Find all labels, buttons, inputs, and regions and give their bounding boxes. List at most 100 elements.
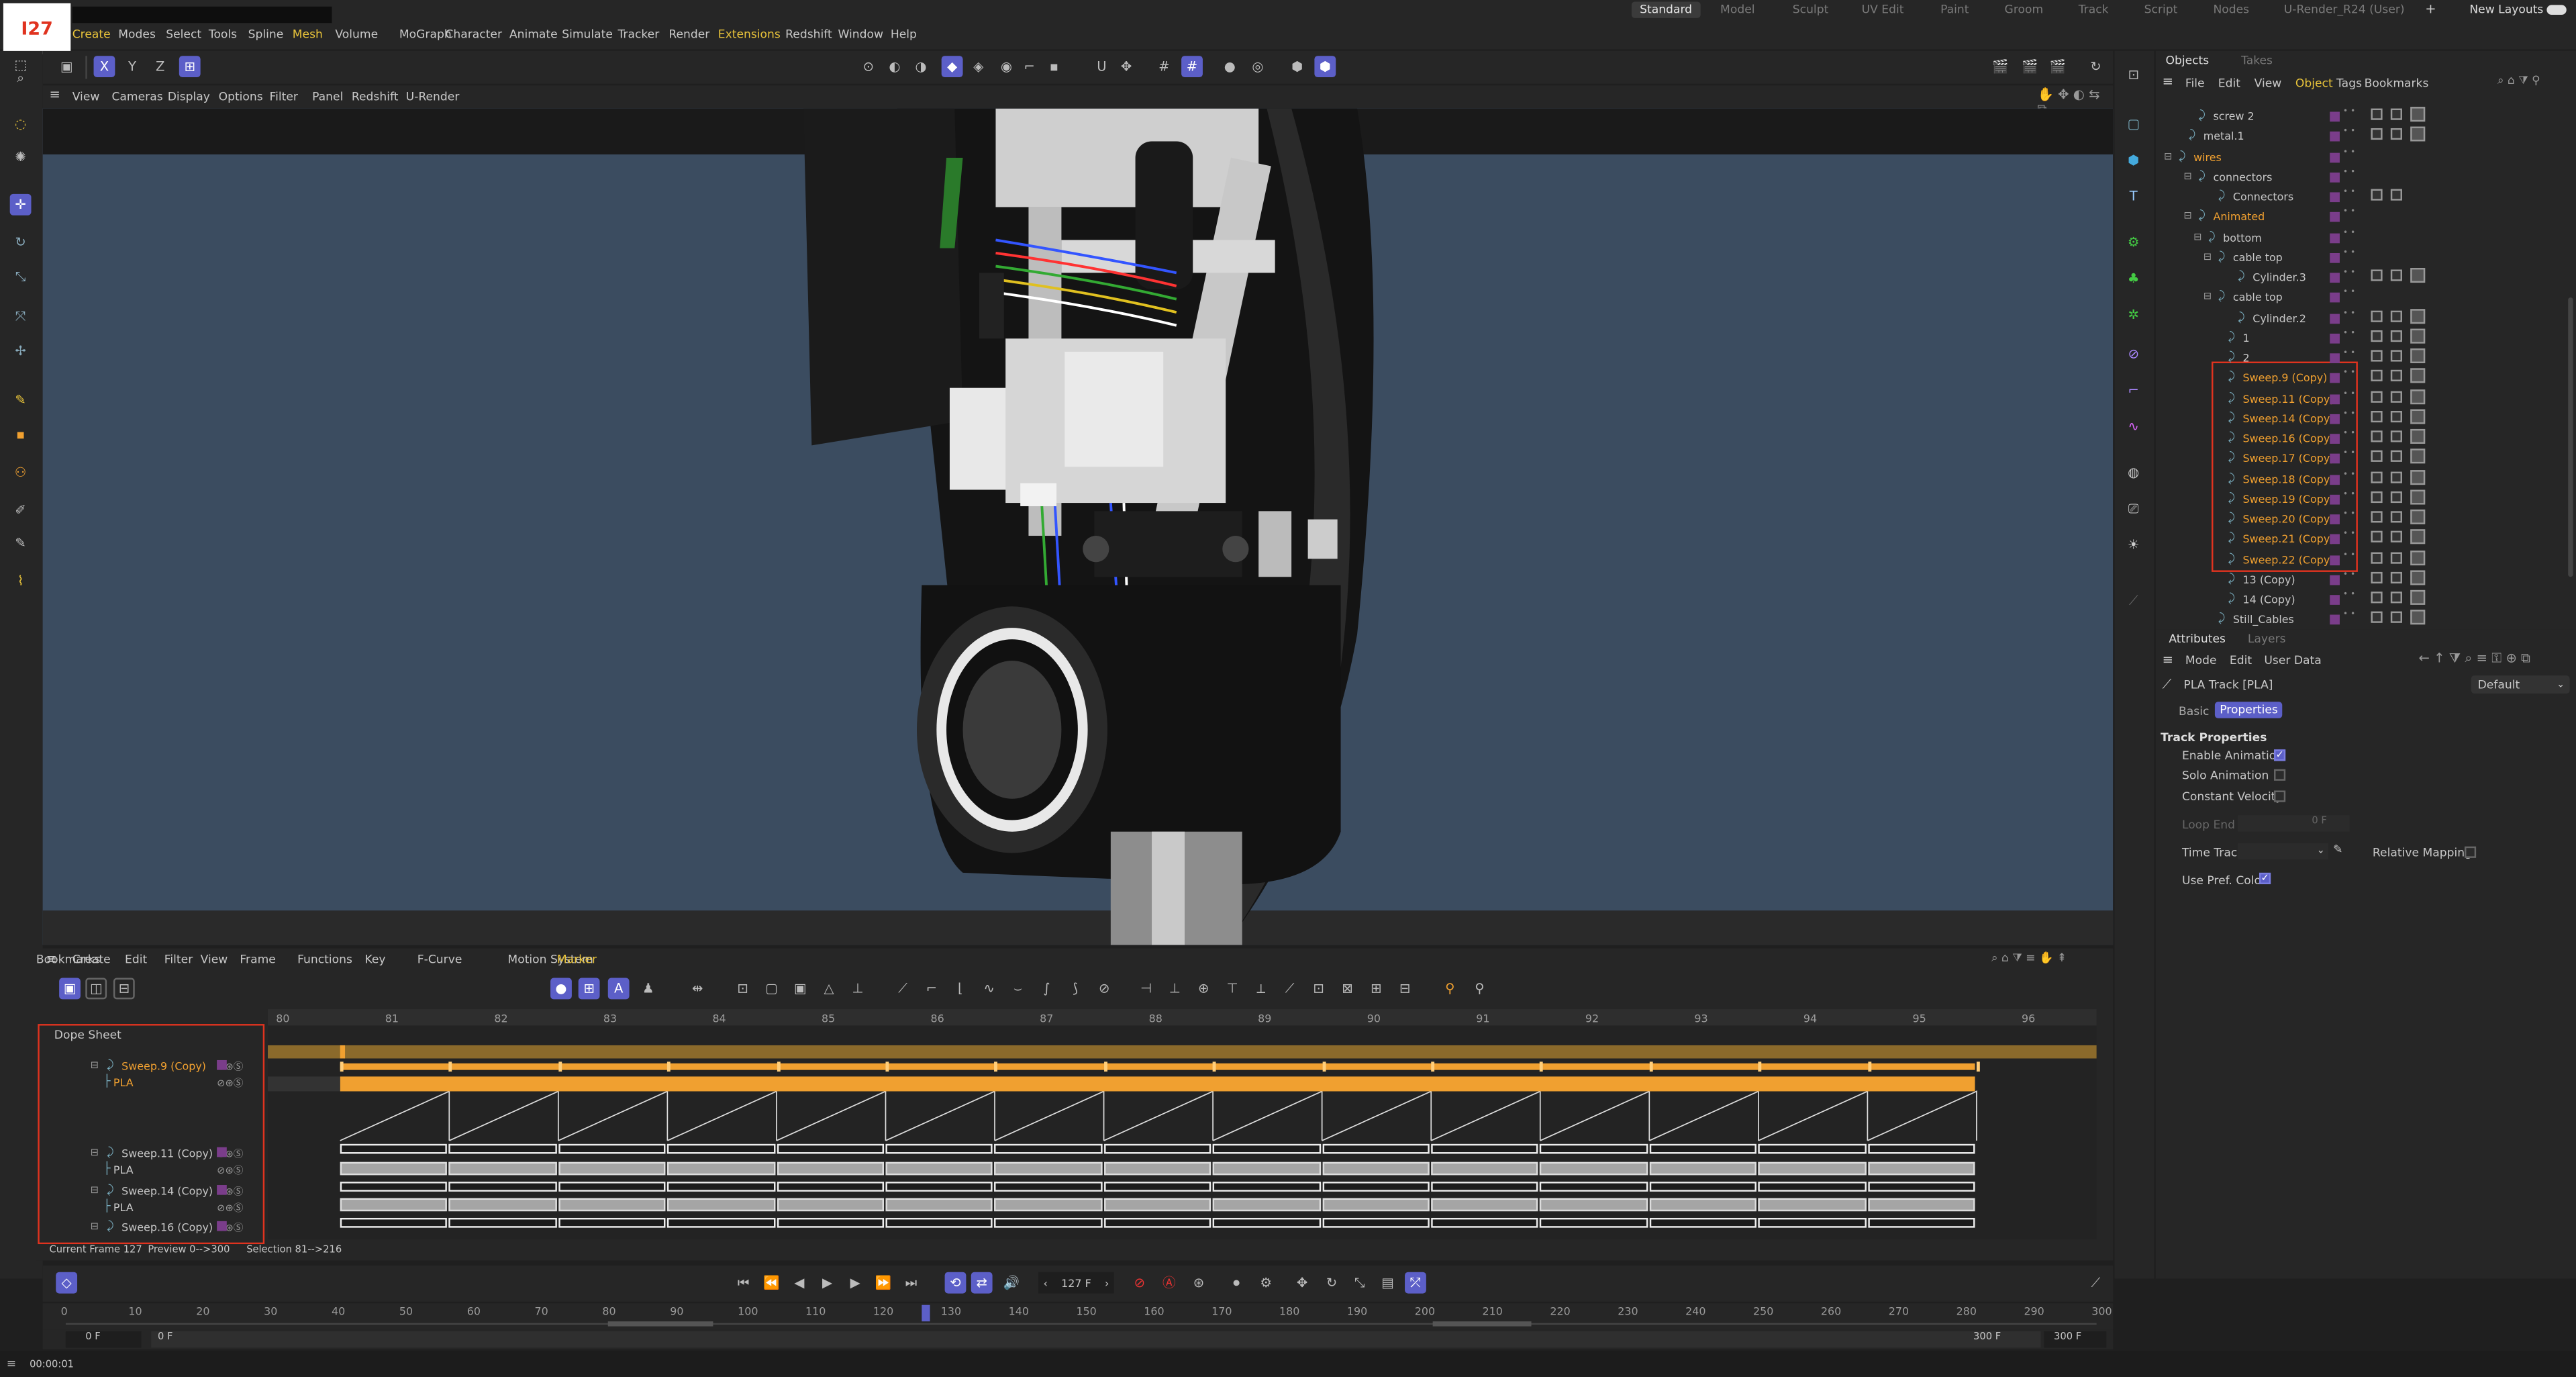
visibility-dots[interactable]: • • <box>2343 430 2355 438</box>
timeline-tool-icon[interactable]: ⟂ <box>1250 978 1272 1000</box>
chevron-left-icon[interactable]: ‹ <box>1043 1276 1047 1290</box>
menu-volume[interactable]: Volume <box>335 28 378 42</box>
chevron-right-icon[interactable]: › <box>1105 1276 1109 1290</box>
pla-track-bar[interactable] <box>340 1076 1975 1092</box>
keyframe-cell[interactable] <box>1758 1143 1866 1154</box>
layout-uv-edit[interactable]: UV Edit <box>1862 3 1904 17</box>
pla-key-cell[interactable] <box>885 1161 993 1176</box>
keyframe-marker[interactable] <box>885 1061 889 1072</box>
layer-color-swatch[interactable] <box>2330 555 2340 565</box>
object-row[interactable]: ⤸ 13 (Copy) • • <box>2156 569 2567 589</box>
render-region-icon[interactable]: ▣ <box>56 56 77 77</box>
tag-icon[interactable] <box>2390 551 2402 563</box>
viewport-menu-u-render[interactable]: U-Render <box>406 91 460 104</box>
pla-key-cell[interactable] <box>667 1161 775 1176</box>
menu-window[interactable]: Window <box>838 28 883 42</box>
object-row[interactable]: ⤸ Sweep.22 (Copy) • • <box>2156 549 2567 569</box>
keyframe-cell[interactable] <box>1213 1182 1321 1192</box>
edges-mode-icon[interactable]: ◐ <box>884 56 905 77</box>
keyframe-cell[interactable] <box>994 1217 1103 1228</box>
axis-tool-icon[interactable]: ✢ <box>10 340 32 362</box>
layer-color-swatch[interactable] <box>2330 575 2340 585</box>
tag-icon[interactable] <box>2371 370 2383 382</box>
null-object-icon[interactable]: ▢ <box>2123 113 2144 135</box>
keyframe-cell[interactable] <box>1540 1217 1648 1228</box>
visibility-dots[interactable]: • • <box>2343 551 2355 559</box>
objects-scrollbar[interactable] <box>2568 297 2573 577</box>
object-row[interactable]: ⤸ metal.1 • • <box>2156 127 2567 146</box>
collapse-icon[interactable]: ⊟ <box>2183 171 2191 182</box>
collapse-icon[interactable]: ⊟ <box>2183 211 2191 222</box>
scale-key-icon[interactable]: ⤡ <box>1349 1272 1371 1294</box>
tag-icon[interactable] <box>2390 189 2402 201</box>
visibility-dots[interactable]: • • <box>2343 591 2355 600</box>
paint-tool-icon[interactable]: ✎ <box>10 532 32 554</box>
objects-menu-tags[interactable]: Tags <box>2336 77 2362 91</box>
dope-track-label[interactable]: PLA <box>113 1201 134 1215</box>
timeline-tool-icon[interactable]: ⊡ <box>1308 978 1330 1000</box>
pla-key-cell[interactable] <box>340 1198 448 1212</box>
timeline-tool-icon[interactable]: ⊟ <box>1394 978 1416 1000</box>
tag-icon[interactable] <box>2390 310 2402 322</box>
workplane-icon[interactable]: ⌐ <box>1019 56 1040 77</box>
object-row[interactable]: ⤸ Sweep.20 (Copy) • • <box>2156 509 2567 529</box>
settings-icon[interactable]: ⚙ <box>1255 1272 1277 1294</box>
new-layouts-label[interactable]: New Layouts <box>2469 3 2543 17</box>
timeline-tool-icon[interactable]: ▢ <box>760 978 782 1000</box>
tag-icon[interactable] <box>2390 269 2402 281</box>
layer-color-swatch[interactable] <box>2330 232 2340 243</box>
layer-color-swatch[interactable] <box>217 1185 227 1195</box>
tag-icon[interactable] <box>2390 410 2402 422</box>
visibility-dots[interactable]: • • <box>2343 269 2355 277</box>
timeline-menu-edit[interactable]: Edit <box>125 953 147 967</box>
timeline-tool-icon[interactable]: ⟋ <box>1279 978 1301 1000</box>
enable-animation-checkbox[interactable]: ✓ <box>2274 749 2286 761</box>
layer-color-swatch[interactable] <box>2330 615 2340 625</box>
point-level-icon[interactable]: ⤱ <box>1405 1272 1426 1294</box>
menu-modes[interactable]: Modes <box>118 28 156 42</box>
layer-color-swatch[interactable] <box>217 1059 227 1070</box>
pla-key-cell[interactable] <box>1213 1198 1321 1212</box>
tag-icon[interactable] <box>2371 410 2383 422</box>
tab-attributes[interactable]: Attributes <box>2169 632 2226 646</box>
hierarchy-mode-icon[interactable]: ⊞ <box>578 978 600 1000</box>
transform-tool-icon[interactable]: ⤧ <box>10 305 32 327</box>
material-tag-icon[interactable] <box>2410 408 2426 424</box>
timeline-tool-icon[interactable]: ⊥ <box>847 978 869 1000</box>
render-view-icon[interactable]: 🎬 <box>1990 56 2012 77</box>
keyframe-cell[interactable] <box>1867 1217 1975 1228</box>
tag-icon[interactable] <box>2390 390 2402 402</box>
pla-key-cell[interactable] <box>558 1161 666 1176</box>
viewport-menu-display[interactable]: Display <box>168 91 210 104</box>
tag-icon[interactable] <box>2371 128 2383 140</box>
layout-u-render-r24-user-[interactable]: U-Render_R24 (User) <box>2284 3 2405 17</box>
polygons-mode-icon[interactable]: ◑ <box>910 56 932 77</box>
keyframe-marker[interactable] <box>1431 1061 1435 1072</box>
keyframe-marker[interactable] <box>776 1061 780 1072</box>
keyframe-cell[interactable] <box>885 1182 993 1192</box>
timeline-tool-icon[interactable]: △ <box>818 978 840 1000</box>
hamburger-icon[interactable]: ≡ <box>2163 653 2173 667</box>
object-row[interactable]: ⤸ Sweep.11 (Copy) • • <box>2156 388 2567 408</box>
tag-icon[interactable] <box>2371 571 2383 583</box>
object-row[interactable]: ⤸ Sweep.18 (Copy) • • <box>2156 469 2567 489</box>
layer-color-swatch[interactable] <box>2330 111 2340 122</box>
layer-color-swatch[interactable] <box>2330 514 2340 524</box>
menu-render[interactable]: Render <box>668 28 709 42</box>
timeline-tool-icon[interactable]: ⟋ <box>892 978 913 1000</box>
layer-color-swatch[interactable] <box>2330 474 2340 484</box>
viewport-solo-icon[interactable]: ⬢ <box>1287 56 1308 77</box>
tag-icon[interactable] <box>2390 511 2402 523</box>
layer-color-swatch[interactable] <box>2330 252 2340 263</box>
go-to-start-icon[interactable]: ⏮ <box>733 1272 754 1294</box>
object-row[interactable]: ⤸ Sweep.14 (Copy) • • <box>2156 408 2567 428</box>
attr-menu-mode[interactable]: Mode <box>2185 654 2217 667</box>
tag-icon[interactable] <box>2371 350 2383 362</box>
material-tag-icon[interactable] <box>2410 610 2426 625</box>
visibility-dots[interactable]: • • <box>2343 208 2355 218</box>
collapse-icon[interactable]: ⊟ <box>2203 251 2212 263</box>
keyframe-cell[interactable] <box>558 1217 666 1228</box>
timeline-tool-icon[interactable]: ⊤ <box>1222 978 1243 1000</box>
keyframe-marker[interactable] <box>1213 1061 1216 1072</box>
solo-icon[interactable]: ● <box>1219 56 1240 77</box>
